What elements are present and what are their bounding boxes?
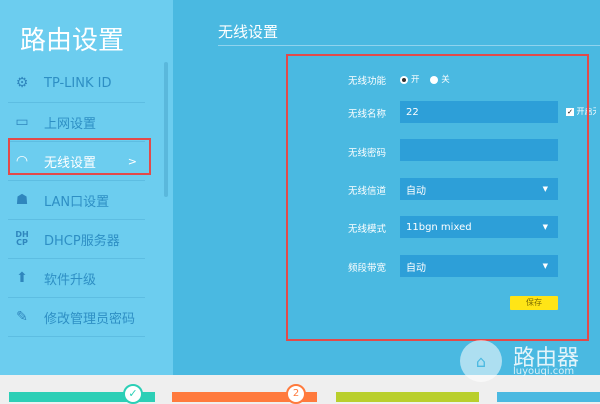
- sidebar-item-label: LAN口设置: [44, 194, 110, 210]
- sidebar-item-internet[interactable]: ▭ 上网设置: [8, 103, 145, 142]
- sidebar-item-label: 上网设置: [44, 116, 97, 132]
- sidebar: 路由设置 ⚙ TP-LINK ID ▭ 上网设置 ◠ 无线设置 > ☗ LAN口设置 DH…: [0, 0, 173, 375]
- gear-icon: ⚙: [15, 75, 29, 91]
- laptop-icon: ▭: [15, 114, 29, 130]
- dhcp-icon: DH CP: [15, 230, 29, 247]
- sidebar-scrollbar[interactable]: [164, 62, 168, 197]
- watermark-url: luyouqi.com: [513, 366, 575, 377]
- watermark-router-icon: ⌂: [460, 340, 502, 382]
- divider: [218, 45, 600, 46]
- step-bar-4: [497, 392, 600, 402]
- upload-icon: ⬆: [16, 270, 28, 286]
- sidebar-item-label: 软件升级: [44, 272, 97, 288]
- sidebar-item-tplink-id[interactable]: ⚙ TP-LINK ID: [8, 64, 145, 103]
- step-badge: 2: [286, 384, 306, 404]
- sidebar-item-dhcp[interactable]: DH CP DHCP服务器: [8, 220, 145, 259]
- network-icon: ☗: [15, 192, 29, 208]
- sidebar-item-label: 修改管理员密码: [44, 311, 136, 327]
- sidebar-title: 路由设置: [20, 26, 125, 56]
- step-bar-3: [336, 392, 479, 402]
- highlight-box-sidebar: [8, 138, 151, 175]
- check-icon: ✓: [123, 384, 143, 404]
- sidebar-item-upgrade[interactable]: ⬆ 软件升级: [8, 259, 145, 298]
- page-title: 无线设置: [218, 23, 279, 41]
- sidebar-item-lan[interactable]: ☗ LAN口设置: [8, 181, 145, 220]
- sidebar-item-label: DHCP服务器: [44, 233, 120, 249]
- sidebar-item-label: TP-LINK ID: [44, 75, 112, 91]
- highlight-box-form: [286, 54, 589, 341]
- pencil-icon: ✎: [16, 309, 28, 325]
- sidebar-item-admin-password[interactable]: ✎ 修改管理员密码: [8, 298, 145, 337]
